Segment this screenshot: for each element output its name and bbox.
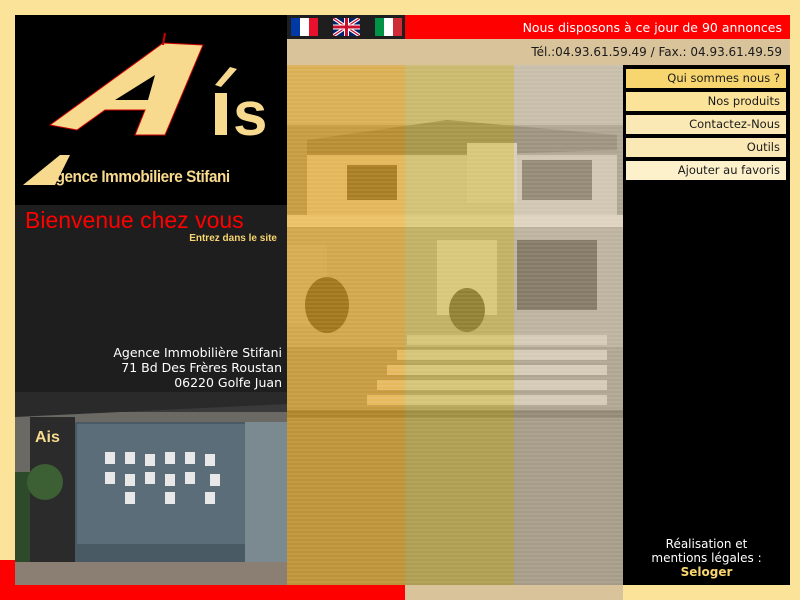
- credits-line: mentions légales :: [651, 551, 762, 565]
- agency-address: Agence Immobilière Stifani 71 Bd Des Frè…: [113, 345, 282, 390]
- credits-line: Réalisation et: [665, 537, 748, 551]
- enter-site-link[interactable]: Entrez dans le site: [189, 233, 277, 244]
- right-border: [790, 15, 800, 585]
- nav-label: Qui sommes nous ?: [667, 71, 780, 85]
- nav-tools[interactable]: Outils: [626, 138, 786, 157]
- bottom-red-bar: [0, 585, 405, 600]
- agency-logo[interactable]: s Agence Immobiliere Stifani: [15, 15, 287, 205]
- listing-count-text: Nous disposons à ce jour de 90 annonces: [522, 20, 782, 35]
- bottom-beige-bar: [405, 585, 623, 600]
- nav-add-favorites[interactable]: Ajouter au favoris: [626, 161, 786, 180]
- nav-about-us[interactable]: Qui sommes nous ?: [626, 69, 786, 88]
- address-line: 71 Bd Des Frères Roustan: [121, 360, 282, 375]
- nav-label: Ajouter au favoris: [677, 163, 780, 177]
- brand-name: Agence Immobiliere Stifani: [45, 167, 230, 186]
- address-line: Agence Immobilière Stifani: [113, 345, 282, 360]
- flag-italy-icon[interactable]: [375, 18, 402, 36]
- seloger-link[interactable]: Seloger: [623, 565, 790, 579]
- svg-text:s: s: [233, 80, 267, 149]
- storefront-photo: Ais: [15, 392, 287, 585]
- language-flags: [287, 15, 405, 39]
- bottom-cream-bar: [623, 585, 800, 600]
- credits: Réalisation et mentions légales : Seloge…: [623, 537, 790, 579]
- announcement-bar: Nous disposons à ce jour de 90 annonces: [405, 15, 790, 39]
- left-red-accent: [0, 560, 15, 585]
- contact-bar: Tél.:04.93.61.59.49 / Fax.: 04.93.61.49.…: [287, 39, 790, 65]
- welcome-block: Bienvenue chez vous Entrez dans le site …: [15, 205, 287, 390]
- nav-contact[interactable]: Contactez-Nous: [626, 115, 786, 134]
- nav-label: Contactez-Nous: [689, 117, 780, 131]
- main-navigation: Qui sommes nous ? Nos produits Contactez…: [623, 65, 790, 585]
- nav-label: Nos produits: [707, 94, 780, 108]
- house-photo: [287, 65, 623, 585]
- phone-fax-text: Tél.:04.93.61.59.49 / Fax.: 04.93.61.49.…: [531, 45, 782, 59]
- svg-text:Ais: Ais: [35, 429, 60, 446]
- nav-products[interactable]: Nos produits: [626, 92, 786, 111]
- welcome-title: Bienvenue chez vous: [25, 207, 244, 233]
- address-line: 06220 Golfe Juan: [174, 375, 282, 390]
- flag-france-icon[interactable]: [291, 18, 318, 36]
- flag-uk-icon[interactable]: [333, 18, 360, 36]
- nav-label: Outils: [746, 140, 780, 154]
